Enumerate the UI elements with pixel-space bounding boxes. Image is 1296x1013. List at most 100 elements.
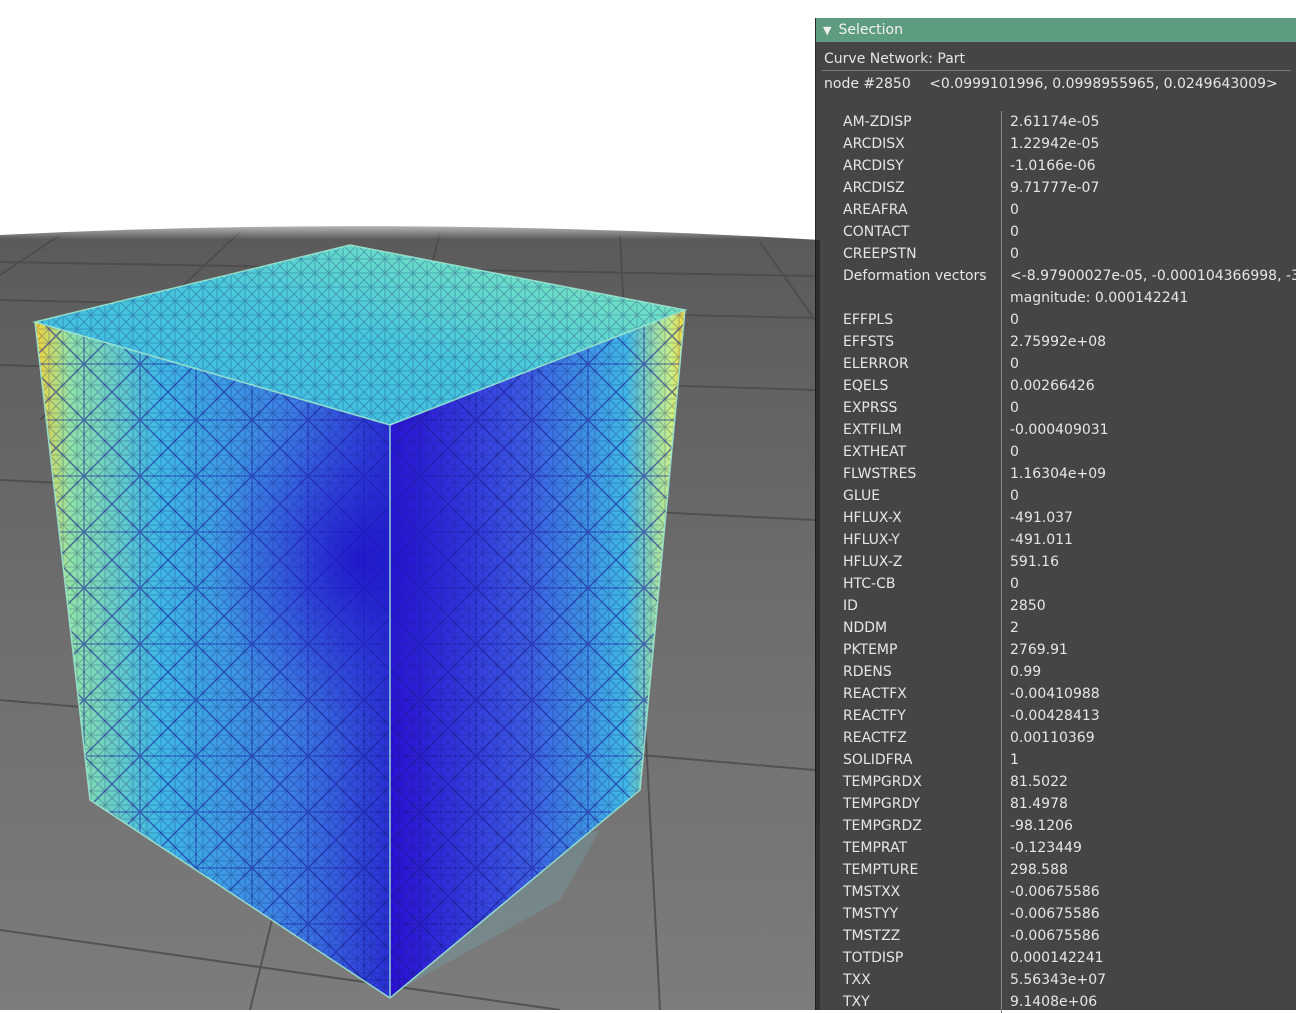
quantity-value-text: 81.5022: [1010, 774, 1068, 790]
quantity-value: 0: [1001, 243, 1296, 265]
quantity-value: 0.99: [1001, 661, 1296, 683]
quantity-name: ARCDISY: [843, 158, 904, 174]
quantity-name: Deformation vectors: [843, 268, 987, 284]
quantity-value: 0: [1001, 397, 1296, 419]
quantity-value-text: 0.00266426: [1010, 378, 1095, 394]
quantity-value-text: 298.588: [1010, 862, 1068, 878]
quantity-name: REACTFY: [843, 708, 906, 724]
quantity-row: PKTEMP 2769.91: [816, 639, 1296, 661]
quantity-value-text: 1.16304e+09: [1010, 466, 1107, 482]
quantity-value-text: 591.16: [1010, 554, 1059, 570]
quantity-value-text-2: magnitude: 0.000142241: [1010, 290, 1189, 306]
quantity-value-text: -1.0166e-06: [1010, 158, 1096, 174]
quantity-name: TEMPTURE: [843, 862, 919, 878]
quantity-value: -0.00675586: [1001, 903, 1296, 925]
node-label: node #2850: [824, 76, 911, 92]
quantity-value: 0: [1001, 199, 1296, 221]
quantity-value: 1.16304e+09: [1001, 463, 1296, 485]
quantity-row: TXX 5.56343e+07: [816, 969, 1296, 991]
quantity-value-text: 2: [1010, 620, 1019, 636]
quantity-name: EFFSTS: [843, 334, 895, 350]
quantity-value-text: 2769.91: [1010, 642, 1068, 658]
quantity-name: HFLUX-X: [843, 510, 902, 526]
quantity-value-text: 2850: [1010, 598, 1046, 614]
quantity-value: 2.75992e+08: [1001, 331, 1296, 353]
quantity-row: TEMPGRDX 81.5022: [816, 771, 1296, 793]
quantity-value: -491.011: [1001, 529, 1296, 551]
quantity-row: HFLUX-Y -491.011: [816, 529, 1296, 551]
quantity-name: RDENS: [843, 664, 892, 680]
quantity-row: EQELS 0.00266426: [816, 375, 1296, 397]
quantity-value-text: 2.75992e+08: [1010, 334, 1107, 350]
quantity-value: 298.588: [1001, 859, 1296, 881]
quantity-value-text: 0: [1010, 202, 1019, 218]
selection-panel-header[interactable]: ▼ Selection: [816, 18, 1296, 42]
quantity-name: HTC-CB: [843, 576, 896, 592]
quantity-row: RDENS 0.99: [816, 661, 1296, 683]
quantity-name: TEMPGRDY: [843, 796, 921, 812]
quantity-name: HFLUX-Y: [843, 532, 900, 548]
quantity-name: EXTHEAT: [843, 444, 907, 460]
quantity-value-text: -0.00428413: [1010, 708, 1100, 724]
quantity-value-text: 2.61174e-05: [1010, 114, 1100, 130]
quantity-value: 0: [1001, 485, 1296, 507]
quantity-name: EXTFILM: [843, 422, 902, 438]
quantity-value: -98.1206: [1001, 815, 1296, 837]
quantity-name: REACTFX: [843, 686, 907, 702]
quantity-name: ARCDISZ: [843, 180, 905, 196]
quantity-name: EXPRSS: [843, 400, 898, 416]
quantity-value-text: 1.22942e-05: [1010, 136, 1100, 152]
quantity-name: CONTACT: [843, 224, 910, 240]
selection-panel: ▼ Selection Curve Network: Part node #28…: [815, 18, 1296, 1013]
quantity-value: -491.037: [1001, 507, 1296, 529]
quantity-row: TEMPGRDY 81.4978: [816, 793, 1296, 815]
quantity-value: 0: [1001, 353, 1296, 375]
quantity-value-text: 0: [1010, 224, 1019, 240]
quantity-value-text: <-8.97900027e-05, -0.000104366998, -3.: [1010, 268, 1296, 284]
quantity-value-text: -0.00675586: [1010, 906, 1100, 922]
quantity-row: HTC-CB 0: [816, 573, 1296, 595]
quantity-value-text: 1: [1010, 752, 1019, 768]
quantity-row: HFLUX-X -491.037: [816, 507, 1296, 529]
quantity-name: TEMPGRDX: [843, 774, 922, 790]
quantity-value-text: 0: [1010, 400, 1019, 416]
quantity-row: EFFPLS 0: [816, 309, 1296, 331]
quantity-row: EFFSTS 2.75992e+08: [816, 331, 1296, 353]
quantity-row: ID 2850: [816, 595, 1296, 617]
quantity-name: TXX: [843, 972, 871, 988]
quantity-row: REACTFY -0.00428413: [816, 705, 1296, 727]
quantity-name: NDDM: [843, 620, 888, 636]
quantity-name: FLWSTRES: [843, 466, 917, 482]
quantity-value-text: 9.71777e-07: [1010, 180, 1100, 196]
quantity-value: 591.16: [1001, 551, 1296, 573]
quantity-row: TEMPGRDZ -98.1206: [816, 815, 1296, 837]
quantity-row: ARCDISX 1.22942e-05: [816, 133, 1296, 155]
quantity-value: 0.00110369: [1001, 727, 1296, 749]
quantity-name: EFFPLS: [843, 312, 894, 328]
quantity-row: SOLIDFRA 1: [816, 749, 1296, 771]
quantity-value: 1.22942e-05: [1001, 133, 1296, 155]
quantity-value-text: 5.56343e+07: [1010, 972, 1107, 988]
quantity-value-text: -0.00675586: [1010, 928, 1100, 944]
quantity-table: AM-ZDISP 2.61174e-05 ARCDISX 1.22942e-05 ARC…: [816, 111, 1296, 1013]
node-info: node #2850 <0.0999101996, 0.0998955965, …: [816, 71, 1296, 97]
quantity-value: 1: [1001, 749, 1296, 771]
collapse-triangle-icon[interactable]: ▼: [823, 24, 831, 37]
quantity-value: 2.61174e-05: [1001, 111, 1296, 133]
panel-title: Selection: [838, 22, 903, 38]
quantity-value-text: -98.1206: [1010, 818, 1073, 834]
quantity-value-text: 0.99: [1010, 664, 1042, 680]
quantity-row: NDDM 2: [816, 617, 1296, 639]
quantity-value: -0.00675586: [1001, 925, 1296, 947]
quantity-name: ARCDISX: [843, 136, 905, 152]
quantity-value: 81.4978: [1001, 793, 1296, 815]
quantity-value: 0: [1001, 221, 1296, 243]
quantity-value: 0: [1001, 573, 1296, 595]
quantity-name: SOLIDFRA: [843, 752, 913, 768]
quantity-value: -0.00675586: [1001, 881, 1296, 903]
quantity-value-text: 9.1408e+06: [1010, 994, 1098, 1010]
quantity-row: AREAFRA 0: [816, 199, 1296, 221]
quantity-row: AM-ZDISP 2.61174e-05: [816, 111, 1296, 133]
quantity-value: 2769.91: [1001, 639, 1296, 661]
quantity-row: FLWSTRES 1.16304e+09: [816, 463, 1296, 485]
